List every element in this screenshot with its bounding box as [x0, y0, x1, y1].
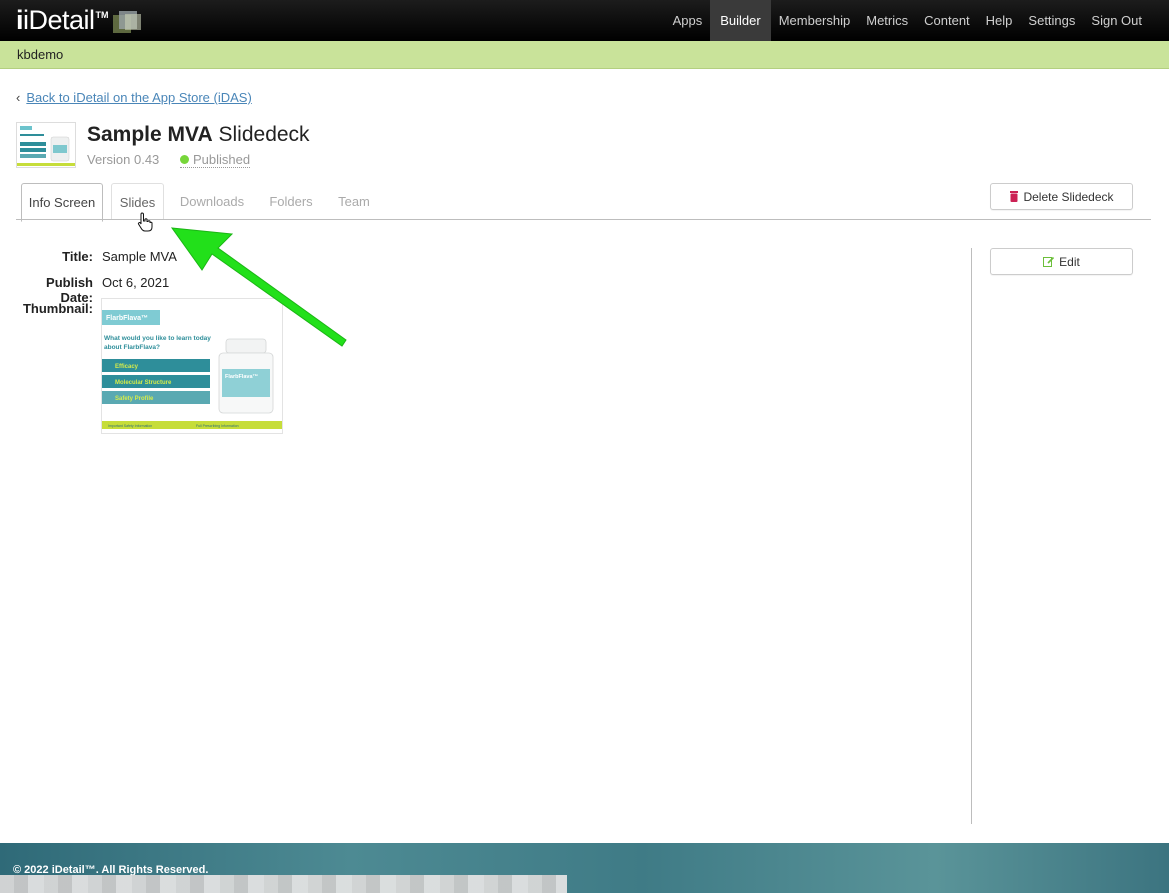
edit-button-label: Edit — [1059, 255, 1080, 269]
thumb-menu-molecular: Molecular Structure — [115, 380, 172, 386]
tab-info-screen[interactable]: Info Screen — [21, 183, 103, 222]
status-dot-icon — [180, 155, 189, 164]
page-title: Sample MVA Slidedeck — [87, 123, 310, 147]
deck-version: Version 0.43 — [87, 152, 160, 167]
tab-folders[interactable]: Folders — [263, 183, 319, 219]
top-navbar: iiDetail TM Apps Builder Membership Metr… — [0, 0, 1169, 41]
tabs-divider — [16, 219, 1151, 220]
status-badge[interactable]: Published — [180, 152, 251, 168]
idetail-logo[interactable]: iiDetail TM — [16, 4, 143, 36]
tab-downloads[interactable]: Downloads — [176, 183, 248, 219]
deck-name: Sample MVA — [87, 123, 213, 146]
logo-wordmark: iDetail — [23, 5, 95, 35]
breadcrumb: ‹ Back to iDetail on the App Store (iDAS) — [16, 90, 252, 105]
delete-slidedeck-button[interactable]: Delete Slidedeck — [990, 183, 1133, 210]
thumbnail-label: Thumbnail: — [22, 301, 93, 316]
nav-item-settings[interactable]: Settings — [1020, 0, 1083, 41]
logo-text: iiDetail — [16, 5, 95, 35]
thumb-menu-safety: Safety Profile — [115, 396, 154, 402]
nav-item-membership[interactable]: Membership — [771, 0, 859, 41]
annotation-arrow-icon — [170, 227, 347, 347]
account-bar: kbdemo — [0, 41, 1169, 69]
thumb-footer-pi: Full Prescribing Information — [196, 424, 239, 428]
nav-item-metrics[interactable]: Metrics — [858, 0, 916, 41]
thumb-brand: FlarbFlava™ — [106, 315, 148, 322]
nav-item-sign-out[interactable]: Sign Out — [1083, 0, 1150, 41]
deck-thumbnail-small — [16, 122, 76, 168]
column-divider — [971, 248, 972, 824]
tab-team[interactable]: Team — [333, 183, 375, 219]
status-label: Published — [193, 152, 251, 167]
nav-item-apps[interactable]: Apps — [665, 0, 711, 41]
main-nav: Apps Builder Membership Metrics Content … — [665, 0, 1150, 41]
thumb-bottle-brand: FlarbFlava™ — [225, 374, 258, 380]
hand-pointer-icon — [137, 212, 153, 237]
deck-type: Slidedeck — [218, 123, 310, 146]
edit-button[interactable]: Edit — [990, 248, 1133, 275]
back-link[interactable]: Back to iDetail on the App Store (iDAS) — [26, 90, 251, 105]
thumb-footer-isi: Important Safety Information — [108, 424, 152, 428]
edit-icon — [1043, 250, 1055, 276]
logo-squares-icon — [112, 11, 143, 33]
trash-icon — [1009, 185, 1019, 211]
delete-button-label: Delete Slidedeck — [1023, 190, 1114, 204]
title-label: Title: — [62, 249, 93, 264]
nav-item-content[interactable]: Content — [916, 0, 978, 41]
chevron-left-icon: ‹ — [16, 90, 21, 105]
account-name: kbdemo — [17, 47, 64, 62]
logo-trademark: TM — [95, 10, 109, 20]
nav-item-builder[interactable]: Builder — [710, 0, 771, 41]
thumb-menu-efficacy: Efficacy — [115, 364, 139, 370]
nav-item-help[interactable]: Help — [978, 0, 1021, 41]
blurred-overlay — [0, 875, 567, 893]
